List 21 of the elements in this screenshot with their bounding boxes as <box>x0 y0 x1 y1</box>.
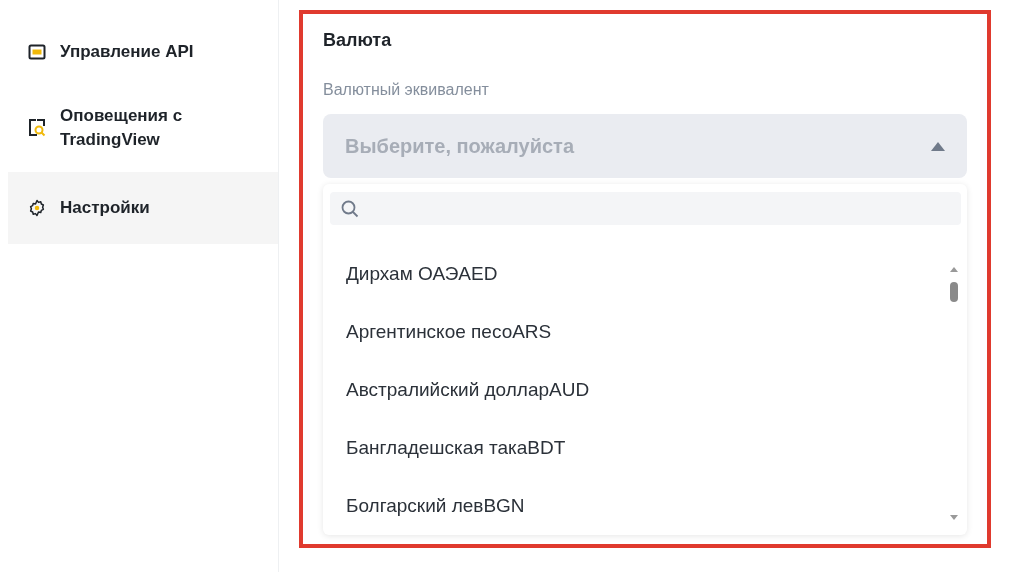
sidebar-item[interactable]: Оповещения с TradingView <box>8 84 278 172</box>
field-label: Валютный эквивалент <box>323 80 490 100</box>
dropdown-option[interactable]: Аргентинское песоARS <box>346 303 961 361</box>
gear-icon <box>28 199 46 217</box>
search-icon <box>340 198 360 219</box>
scroll-down-icon <box>949 515 959 521</box>
dropdown-option[interactable]: Болгарский левBGN <box>346 477 961 535</box>
scrollbar-drawing <box>949 266 959 304</box>
api-card-icon <box>28 43 46 61</box>
caret-up-icon <box>931 141 945 151</box>
sidebar-item-label: Управление API <box>60 41 194 63</box>
section-title: Валюта <box>323 29 393 52</box>
dropdown-option[interactable]: Бангладешская такаBDT <box>346 419 961 477</box>
sidebar-item[interactable]: Управление API <box>8 20 278 84</box>
sidebar-item-label: Настройки <box>60 197 150 219</box>
search-field[interactable] <box>330 192 961 225</box>
dropdown-option[interactable]: Дирхам ОАЭAED <box>346 245 961 303</box>
magnifier-window-icon <box>28 118 46 138</box>
dropdown-option[interactable]: Австралийский долларAUD <box>346 361 961 419</box>
sidebar-item[interactable]: Настройки <box>8 172 278 244</box>
sidebar-item-label: Оповещения с TradingView <box>60 105 184 151</box>
